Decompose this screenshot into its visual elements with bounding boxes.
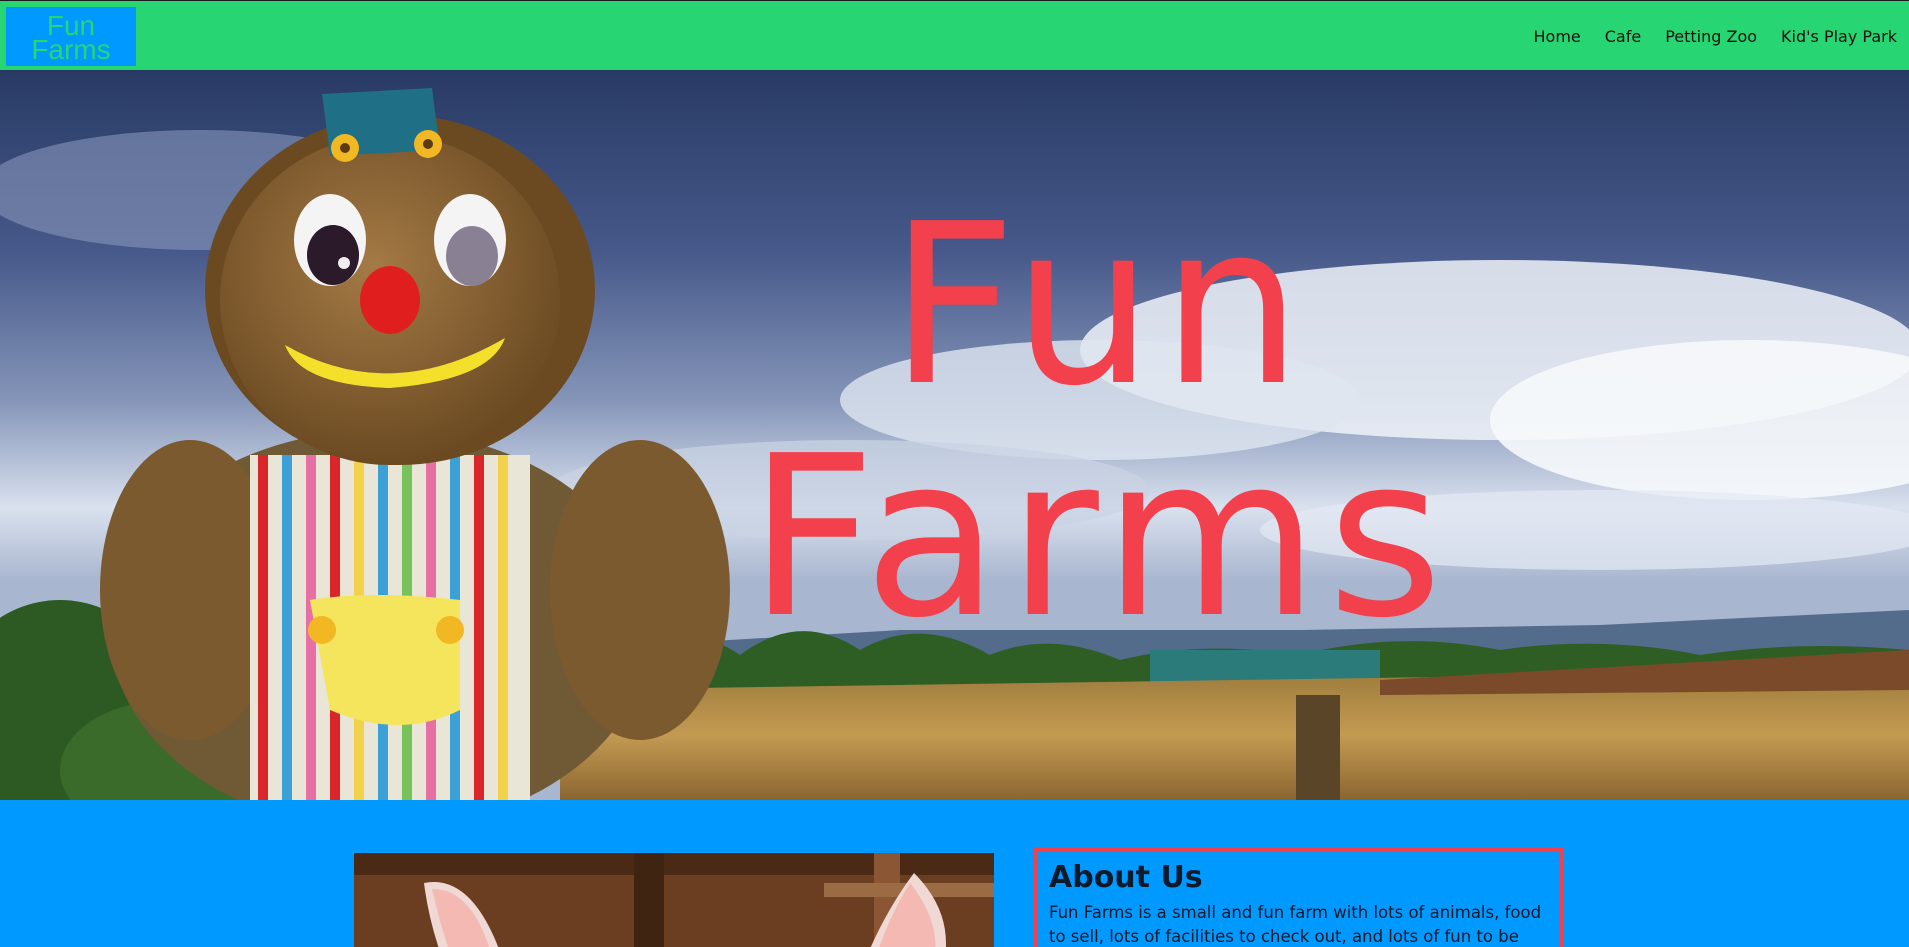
navbar: Fun Farms Home Cafe Petting Zoo Kid's Pl… — [0, 0, 1909, 70]
nav-link-petting-zoo[interactable]: Petting Zoo — [1665, 27, 1757, 46]
pig-photo — [354, 853, 994, 947]
hero-background-image — [0, 70, 1909, 800]
about-heading: About Us — [1049, 860, 1203, 895]
hero-section: Fun Farms — [0, 70, 1909, 800]
nav-link-home[interactable]: Home — [1534, 27, 1581, 46]
page: Fun Farms Home Cafe Petting Zoo Kid's Pl… — [0, 0, 1909, 947]
about-section: About Us Fun Farms is a small and fun fa… — [0, 800, 1909, 947]
nav-link-kids-play-park[interactable]: Kid's Play Park — [1781, 27, 1897, 46]
logo-line-2: Farms — [31, 34, 111, 65]
about-image — [354, 853, 994, 947]
about-text: Fun Farms is a small and fun farm with l… — [1049, 903, 1542, 946]
site-logo[interactable]: Fun Farms — [6, 7, 136, 66]
nav-links: Home Cafe Petting Zoo Kid's Play Park — [1510, 1, 1898, 71]
nav-link-cafe[interactable]: Cafe — [1605, 27, 1641, 46]
about-card: About Us Fun Farms is a small and fun fa… — [1033, 847, 1563, 947]
